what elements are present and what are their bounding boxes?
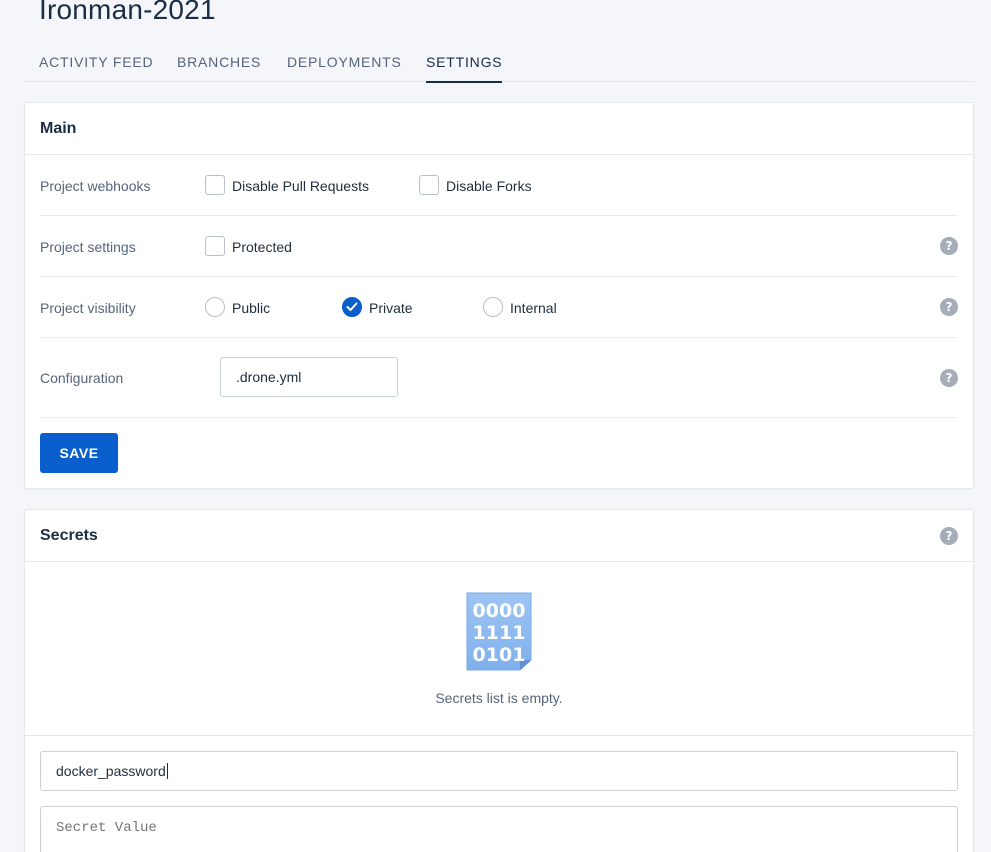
tab-bar: ACTIVITY FEED BRANCHES DEPLOYMENTS SETTI… <box>24 41 974 83</box>
secrets-card-header: Secrets ? <box>25 510 973 562</box>
secrets-empty-text: Secrets list is empty. <box>435 690 563 706</box>
disable-pull-requests-checkbox[interactable] <box>205 175 225 195</box>
binary-line-2: 1111 <box>473 622 526 644</box>
private-radio[interactable] <box>342 297 362 317</box>
internal-radio[interactable] <box>483 297 503 317</box>
help-icon[interactable]: ? <box>940 298 958 316</box>
project-settings-label: Project settings <box>40 239 136 255</box>
disable-pull-requests-label[interactable]: Disable Pull Requests <box>232 178 369 194</box>
project-visibility-row: Project visibility Public Private Intern… <box>40 277 958 338</box>
disable-forks-label[interactable]: Disable Forks <box>446 178 532 194</box>
text-cursor <box>166 763 168 779</box>
main-card-header: Main <box>25 103 973 155</box>
help-icon[interactable]: ? <box>940 369 958 387</box>
configuration-label: Configuration <box>40 370 124 386</box>
help-icon[interactable]: ? <box>940 527 958 545</box>
main-card-title: Main <box>40 120 77 137</box>
secrets-empty-state: 0000 1111 0101 Secrets list is empty. <box>25 562 973 736</box>
tab-activity-feed[interactable]: ACTIVITY FEED <box>39 54 153 70</box>
project-settings-row: Project settings Protected ? <box>40 216 958 277</box>
save-button[interactable]: SAVE <box>40 433 118 473</box>
tab-branches[interactable]: BRANCHES <box>177 54 261 70</box>
project-webhooks-row: Project webhooks Disable Pull Requests D… <box>40 155 958 216</box>
project-webhooks-label: Project webhooks <box>40 178 151 194</box>
disable-forks-checkbox[interactable] <box>419 175 439 195</box>
tab-deployments[interactable]: DEPLOYMENTS <box>287 54 402 70</box>
main-settings-card: Main Project webhooks Disable Pull Reque… <box>24 102 974 489</box>
configuration-input[interactable] <box>220 357 398 397</box>
secret-name-value: docker_password <box>56 763 166 779</box>
secrets-card: Secrets ? 0000 1111 0101 Secrets list is… <box>24 509 974 852</box>
binary-line-3: 0101 <box>473 644 526 666</box>
page-title: Ironman-2021 <box>39 0 216 25</box>
secret-value-input[interactable] <box>40 806 958 852</box>
tab-settings[interactable]: SETTINGS <box>426 54 503 83</box>
protected-label[interactable]: Protected <box>232 239 292 255</box>
configuration-row: Configuration ? <box>40 338 958 418</box>
secret-name-input[interactable]: docker_password <box>40 751 958 791</box>
binary-line-1: 0000 <box>473 600 526 622</box>
help-icon[interactable]: ? <box>940 237 958 255</box>
internal-label[interactable]: Internal <box>510 300 557 316</box>
project-visibility-label: Project visibility <box>40 300 136 316</box>
binary-file-icon: 0000 1111 0101 <box>466 592 532 671</box>
protected-checkbox[interactable] <box>205 236 225 256</box>
checkmark-icon <box>346 302 358 311</box>
private-label[interactable]: Private <box>369 300 413 316</box>
public-label[interactable]: Public <box>232 300 270 316</box>
secrets-card-title: Secrets <box>40 527 98 544</box>
public-radio[interactable] <box>205 297 225 317</box>
